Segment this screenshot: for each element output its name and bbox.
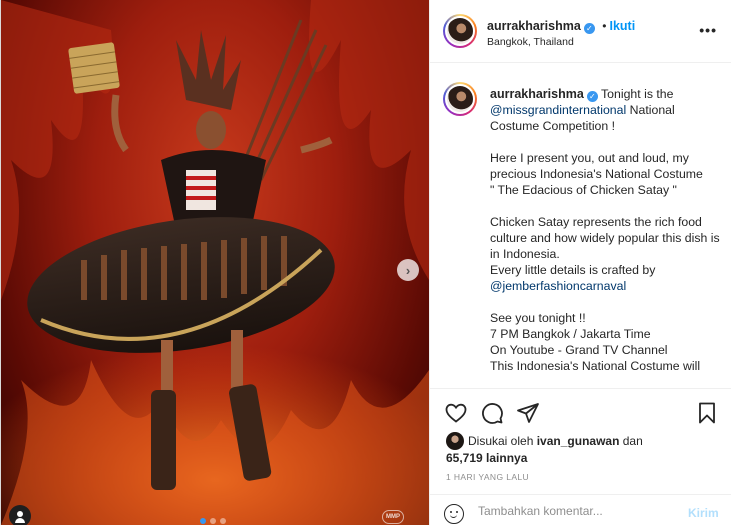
post-location[interactable]: Bangkok, Thailand [487, 36, 574, 48]
carousel-dot-2 [210, 518, 216, 524]
mention-link[interactable]: @jemberfashioncarnaval [490, 278, 720, 294]
comment-input[interactable] [478, 504, 668, 518]
post-side-panel: aurrakharishma ✓ • Ikuti Bangkok, Thailand… [429, 0, 731, 525]
user-tag-icon [17, 511, 23, 517]
liker-username[interactable]: ivan_gunawan [537, 434, 620, 448]
costume-photo-illustration [1, 0, 429, 525]
post-comment-button[interactable]: Kirim [688, 506, 719, 520]
heart-icon [445, 403, 467, 423]
caption-username[interactable]: aurrakharishma [490, 87, 584, 101]
mention-link[interactable]: @missgrandinternational [490, 103, 626, 117]
post-timestamp[interactable]: 1 HARI YANG LALU [446, 472, 529, 482]
comment-icon [482, 403, 503, 424]
instagram-post-modal: › MMP aurrakharishma ✓ • Ikuti Bangkok, Th… [0, 0, 731, 525]
more-options-button[interactable]: ••• [699, 22, 717, 38]
emoji-icon[interactable] [444, 504, 464, 524]
carousel-next-button[interactable]: › [397, 259, 419, 281]
post-actions-bar [430, 395, 731, 431]
comment-button[interactable] [480, 401, 504, 425]
caption-author-avatar[interactable] [443, 82, 477, 116]
caption-text: aurrakharishma ✓ Tonight is the @missgran… [490, 87, 720, 373]
bookmark-icon [699, 402, 715, 424]
save-button[interactable] [695, 401, 719, 425]
follow-button[interactable]: Ikuti [609, 19, 635, 33]
user-tag-button[interactable] [9, 505, 31, 525]
post-photo[interactable]: › MMP [1, 0, 429, 525]
author-avatar[interactable] [443, 14, 477, 48]
carousel-dot-3 [220, 518, 226, 524]
post-caption: aurrakharishma ✓ Tonight is the @missgran… [430, 64, 731, 389]
verified-badge-icon: ✓ [586, 91, 598, 102]
post-header: aurrakharishma ✓ • Ikuti Bangkok, Thailand… [430, 0, 731, 63]
likes-summary: Disukai oleh ivan_gunawan dan 65,719 lai… [446, 432, 643, 465]
share-button[interactable] [516, 401, 540, 425]
liker-avatar [446, 432, 464, 450]
more-horizontal-icon: ••• [699, 22, 717, 38]
comment-composer: Kirim [430, 494, 731, 525]
carousel-dot-1 [200, 518, 206, 524]
share-icon [517, 403, 539, 423]
author-username[interactable]: aurrakharishma [487, 19, 581, 33]
like-button[interactable] [444, 401, 468, 425]
carousel-indicator [200, 518, 226, 524]
verified-badge-icon: ✓ [583, 23, 595, 34]
likes-count[interactable]: 65,719 lainnya [446, 451, 527, 465]
chevron-right-icon: › [405, 262, 411, 278]
photo-watermark: MMP [382, 510, 404, 524]
